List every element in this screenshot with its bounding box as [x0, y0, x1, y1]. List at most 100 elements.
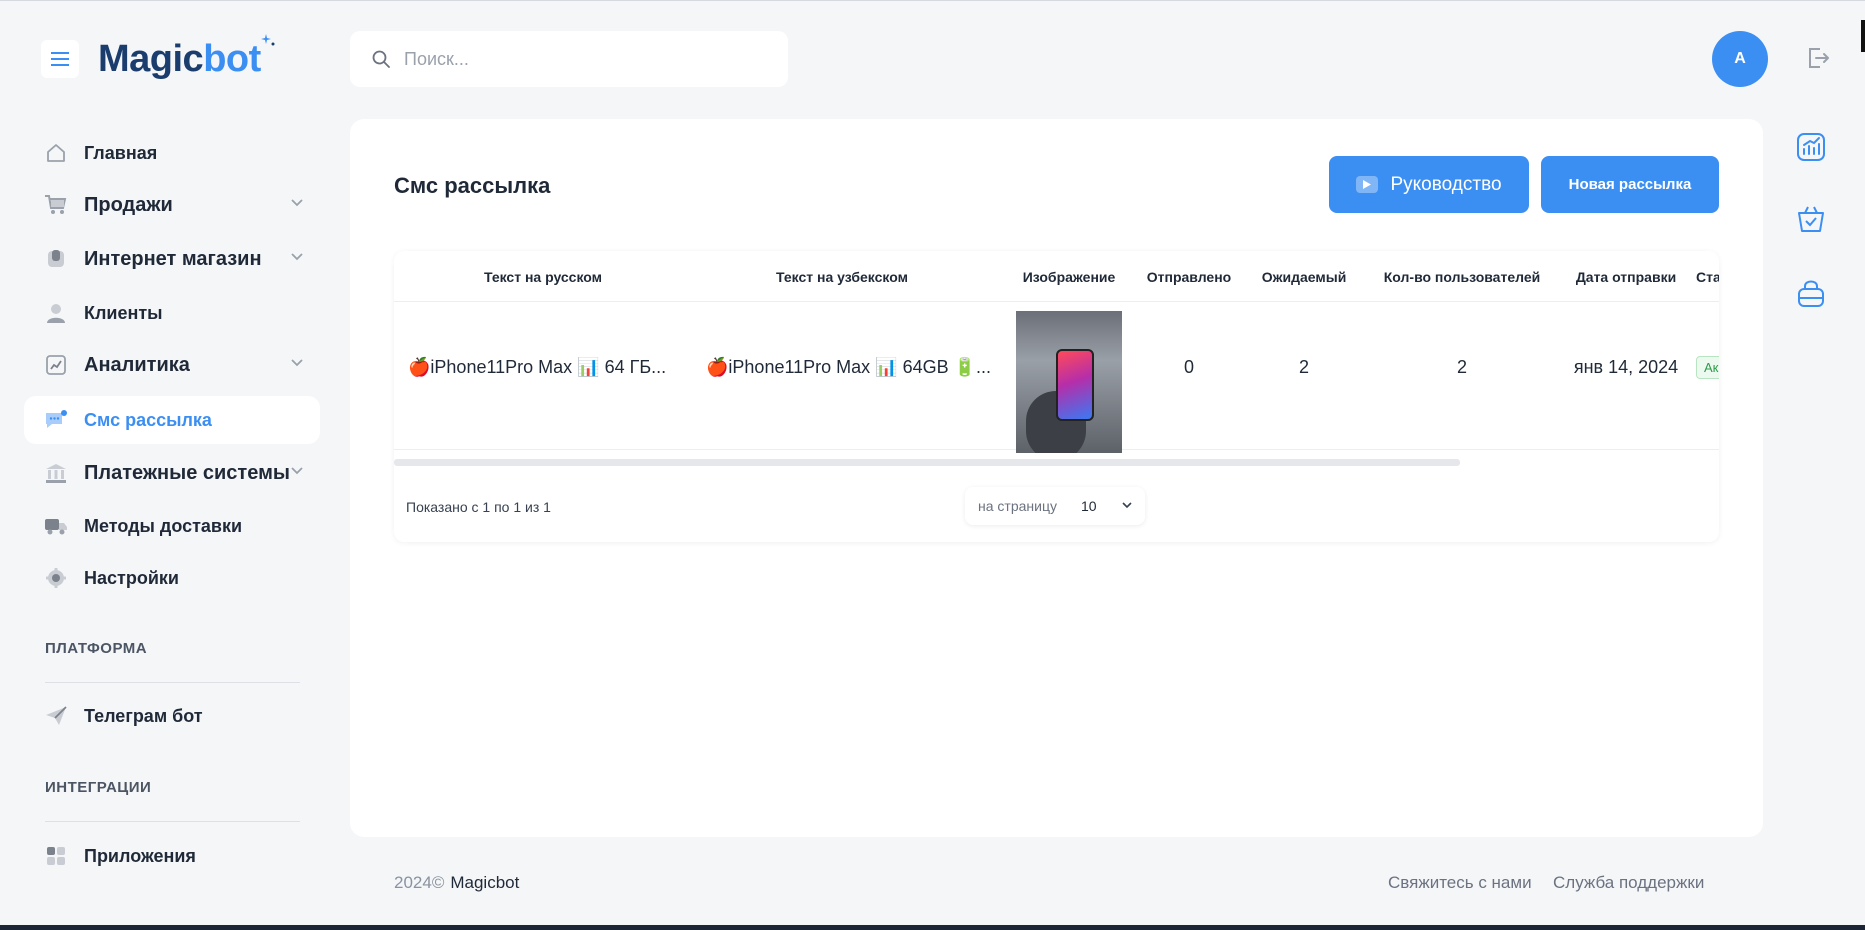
app-logo[interactable]: Magicbot	[98, 34, 275, 81]
window-top-border	[0, 0, 1865, 1]
chevron-down-icon	[291, 253, 303, 261]
table-header: Текст на русском Текст на узбекском Изоб…	[394, 251, 1719, 302]
rail-bag-button[interactable]	[1795, 277, 1827, 309]
search-bar[interactable]	[350, 31, 788, 87]
window-edge	[1861, 20, 1865, 52]
footer-year: 2024©	[394, 873, 445, 892]
chevron-down-icon	[1122, 502, 1132, 509]
home-icon	[44, 141, 68, 165]
new-mailing-button[interactable]: Новая рассылка	[1541, 156, 1719, 213]
sidebar-item-label: Настройки	[84, 567, 179, 588]
chart-trend-icon	[1797, 133, 1825, 161]
column-header[interactable]: Текст на русском	[394, 251, 692, 302]
per-page-select[interactable]: на страницу 10	[965, 487, 1145, 525]
logout-button[interactable]	[1806, 46, 1830, 75]
sidebar-item-payments[interactable]: Платежные системы	[24, 449, 320, 497]
sidebar-item-analytics[interactable]: Аналитика	[24, 341, 320, 389]
sidebar-item-online-store[interactable]: Интернет магазин	[24, 235, 320, 283]
sidebar-item-home[interactable]: Главная	[24, 129, 320, 177]
chat-icon	[44, 408, 68, 432]
column-header[interactable]: Отправлено	[1134, 251, 1244, 302]
cell-image	[1016, 311, 1122, 453]
column-header[interactable]: Ожидаемый	[1249, 251, 1359, 302]
per-page-value: 10	[1080, 498, 1097, 514]
user-avatar[interactable]: A	[1712, 31, 1768, 87]
sidebar-item-label: Методы доставки	[84, 515, 243, 536]
thumbnail-phone	[1056, 349, 1094, 421]
section-title-integrations: ИНТЕГРАЦИИ	[45, 779, 152, 796]
guide-button-label: Руководство	[1390, 173, 1502, 195]
cell-sent: 0	[1183, 356, 1194, 377]
guide-button[interactable]: Руководство	[1329, 156, 1529, 213]
sidebar-item-apps[interactable]: Приложения	[24, 832, 320, 880]
rail-orders-button[interactable]	[1795, 203, 1827, 235]
window-bottom-edge	[0, 925, 1865, 930]
sidebar-item-label: Интернет магазин	[84, 247, 262, 270]
footer-brand-link[interactable]: Magicbot	[450, 873, 519, 892]
chevron-down-icon	[291, 359, 303, 367]
cell-text-ru: 🍎iPhone11Pro Max 📊 64 ГБ...	[408, 356, 667, 377]
status-badge: Ак	[1696, 355, 1719, 379]
column-header[interactable]: Дата отправки	[1556, 251, 1696, 302]
page-title: Смс рассылка	[394, 173, 551, 198]
mailing-table: Текст на русском Текст на узбекском Изоб…	[394, 251, 1719, 542]
truck-icon	[44, 514, 68, 538]
cell-users: 2	[1456, 356, 1467, 377]
sidebar-item-sales[interactable]: Продажи	[24, 181, 320, 229]
per-page-label: на страницу	[978, 498, 1057, 514]
sidebar-item-settings[interactable]: Настройки	[24, 554, 320, 602]
search-input[interactable]	[404, 48, 764, 70]
sidebar-item-label: Смс рассылка	[84, 409, 212, 430]
bank-icon	[44, 461, 68, 485]
table-row[interactable]: 🍎iPhone11Pro Max 📊 64 ГБ... 🍎iPhone11Pro…	[394, 302, 1719, 466]
section-title-platform: ПЛАТФОРМА	[45, 640, 148, 657]
sparkle-icon	[260, 34, 275, 46]
column-header[interactable]: Кол-во пользователей	[1368, 251, 1556, 302]
basket-check-icon	[1798, 206, 1824, 232]
store-icon	[44, 247, 68, 271]
sidebar-divider	[45, 682, 300, 683]
chevron-down-icon	[291, 467, 303, 475]
menu-toggle-button[interactable]	[41, 40, 79, 78]
user-icon	[44, 301, 68, 325]
sidebar-item-sms[interactable]: Смс рассылка	[24, 396, 320, 444]
sidebar-item-label: Приложения	[84, 845, 196, 866]
footer-support-link[interactable]: Служба поддержки	[1553, 873, 1704, 893]
sidebar-divider	[45, 821, 300, 822]
footer-contact-link[interactable]: Свяжитесь с нами	[1388, 873, 1532, 893]
main-card: Смс рассылка Руководство Новая рассылка …	[350, 119, 1763, 837]
sidebar-item-telegram[interactable]: Телеграм бот	[24, 692, 320, 740]
sidebar-item-label: Аналитика	[84, 353, 190, 376]
footer-copyright: 2024© Magicbot	[394, 873, 519, 893]
new-mailing-button-label: Новая рассылка	[1568, 176, 1692, 193]
gear-icon	[44, 566, 68, 590]
apps-grid-icon	[44, 844, 68, 868]
cell-status: Ак	[1696, 302, 1719, 432]
cart-icon	[44, 193, 68, 217]
sidebar-item-label: Телеграм бот	[84, 705, 203, 726]
sidebar-item-label: Платежные системы	[84, 461, 290, 484]
cell-expected: 2	[1298, 356, 1309, 377]
pagination-summary: Показано с 1 по 1 из 1	[406, 499, 551, 515]
sidebar-item-label: Клиенты	[84, 302, 163, 323]
sidebar-item-label: Главная	[84, 142, 158, 163]
search-icon	[372, 50, 390, 68]
horizontal-scrollbar[interactable]	[394, 459, 1460, 466]
column-header[interactable]: Ста	[1696, 251, 1719, 302]
logout-icon	[1809, 48, 1829, 68]
logo-text-accent: bot	[203, 38, 261, 80]
column-header[interactable]: Изображение	[1014, 251, 1124, 302]
product-thumbnail[interactable]	[1016, 311, 1122, 453]
play-icon	[1356, 176, 1379, 193]
rail-analytics-button[interactable]	[1795, 131, 1827, 163]
analytics-icon	[44, 353, 68, 377]
column-header[interactable]: Текст на узбекском	[692, 251, 992, 302]
sidebar-item-label: Продажи	[84, 193, 173, 216]
cell-text-uz: 🍎iPhone11Pro Max 📊 64GB 🔋...	[706, 356, 992, 377]
sidebar-item-delivery[interactable]: Методы доставки	[24, 502, 320, 550]
chevron-down-icon	[291, 199, 303, 207]
sidebar-item-clients[interactable]: Клиенты	[24, 289, 320, 337]
logo-text-primary: Magic	[98, 38, 204, 80]
send-icon	[44, 704, 68, 728]
hamburger-icon	[51, 52, 69, 66]
